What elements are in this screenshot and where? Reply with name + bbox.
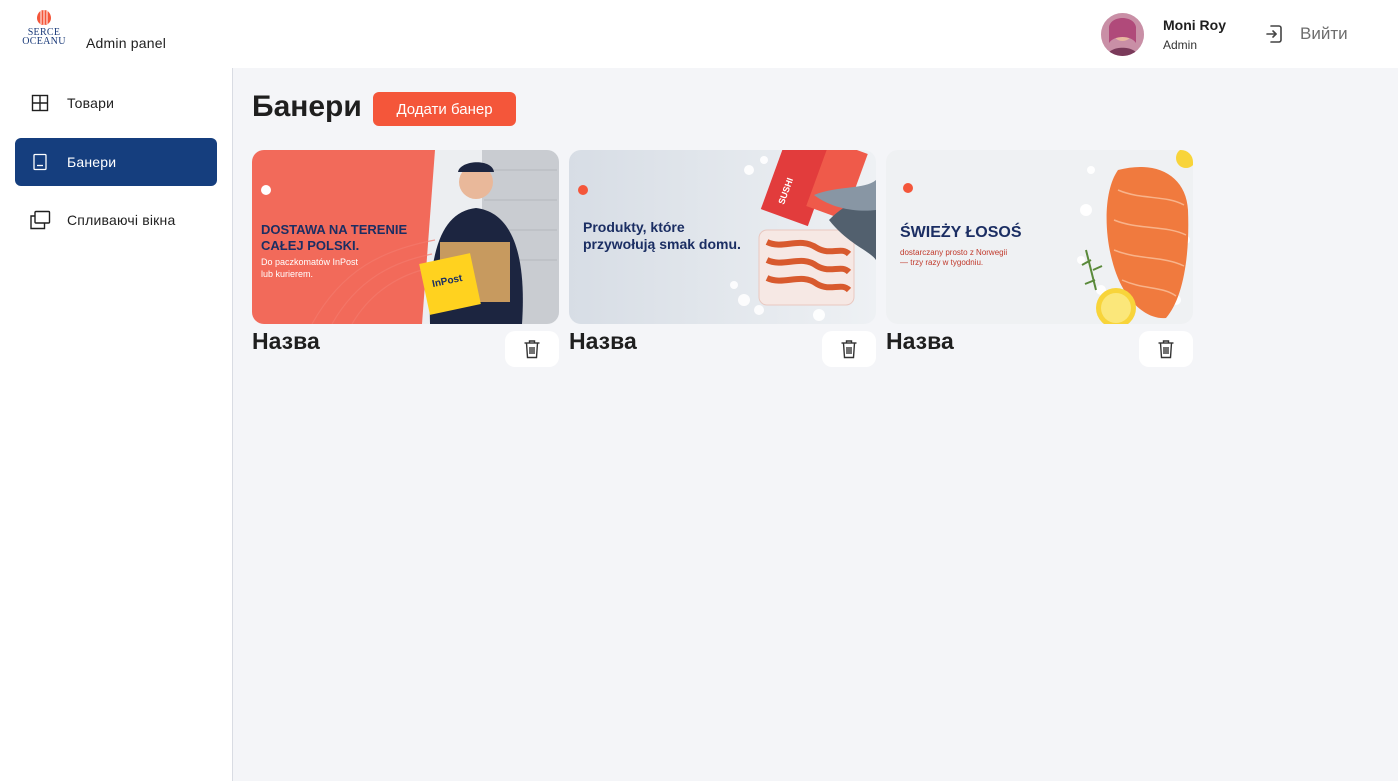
admin-panel-title: Admin panel [86,35,167,51]
banner-headline-line1: Produkty, które [583,219,685,235]
banner-card: DOSTAWA NA TERENIE CAŁEJ POLSKI. Do pacz… [252,150,559,368]
shell-logo-icon [37,10,51,25]
banner-image[interactable]: DOSTAWA NA TERENIE CAŁEJ POLSKI. Do pacz… [252,150,559,324]
sidebar-item-label: Спливаючі вікна [67,212,176,228]
banner-headline-line2: CAŁEJ POLSKI. [261,238,360,253]
banner-subtitle-line1: dostarczany prosto z Norwegii [900,248,1008,257]
user-role: Admin [1163,38,1198,52]
banner-name: Назва [252,328,320,354]
grid-icon [29,92,51,114]
banner-headline: DOSTAWA NA TERENIE CAŁEJ POLSKI. [261,222,407,254]
sidebar: Товари Банери Спливаючі вікна [0,68,233,781]
banner-subtitle: dostarczany prosto z Norwegii — trzy raz… [900,248,1007,268]
top-header: SERCE OCEANU Admin panel Moni Roy Admin … [0,0,1398,68]
banner-subtitle-line2: lub kurierem. [261,269,314,279]
sidebar-item-products[interactable]: Товари [15,79,217,127]
logo-wordmark: SERCE OCEANU [18,28,70,47]
trash-icon [524,340,540,359]
banner-icon [29,151,51,173]
banner-card: ŚWIEŻY ŁOSOŚ dostarczany prosto z Norweg… [886,150,1193,368]
user-name: Moni Roy [1163,17,1226,33]
page-title: Банери [252,90,362,123]
sidebar-item-label: Товари [67,95,115,111]
logo-text-line2: OCEANU [22,36,66,47]
banner-headline-line1: DOSTAWA NA TERENIE [261,222,408,237]
sidebar-item-popups[interactable]: Спливаючі вікна [15,196,217,244]
sidebar-item-label: Банери [67,154,117,170]
logout-label: Вийти [1300,24,1348,43]
logout-button[interactable]: Вийти [1262,20,1348,48]
sidebar-item-banners[interactable]: Банери [15,138,217,186]
banner-subtitle-line2: — trzy razy w tygodniu. [900,258,984,267]
banner-headline: Produkty, które przywołują smak domu. [583,219,741,253]
delete-banner-button[interactable] [822,331,876,367]
windows-icon [29,209,51,231]
banner-headline: ŚWIEŻY ŁOSOŚ [900,224,1022,241]
avatar-image [1101,13,1144,56]
banner-name: Назва [886,328,954,354]
banner-subtitle: Do paczkomatów InPost lub kurierem. [261,256,358,280]
user-avatar[interactable] [1101,13,1144,56]
banner-image[interactable]: ŚWIEŻY ŁOSOŚ dostarczany prosto z Norweg… [886,150,1193,324]
banner-name: Назва [569,328,637,354]
add-banner-button[interactable]: Додати банер [373,92,516,126]
trash-icon [1158,340,1174,359]
brand-logo[interactable]: SERCE OCEANU [18,8,70,52]
logout-icon [1266,25,1282,43]
trash-icon [841,340,857,359]
delete-banner-button[interactable] [1139,331,1193,367]
banner-card: Produkty, które przywołują smak domu. SU… [569,150,876,368]
banner-headline-line2: przywołują smak domu. [583,236,741,252]
delete-banner-button[interactable] [505,331,559,367]
banner-subtitle-line1: Do paczkomatów InPost [261,257,359,267]
banner-image[interactable]: Produkty, które przywołują smak domu. SU… [569,150,876,324]
